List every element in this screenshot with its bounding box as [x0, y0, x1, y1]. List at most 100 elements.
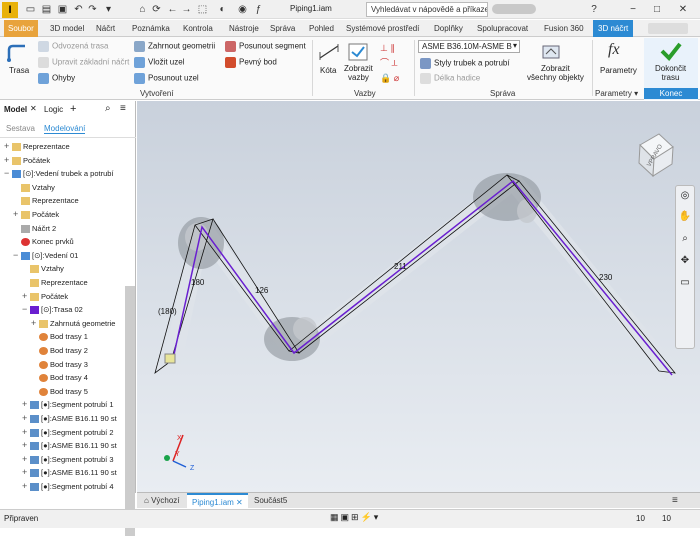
zoom-icon[interactable]: ⌕	[676, 228, 694, 250]
tree-item[interactable]: Náčrt 2	[0, 222, 56, 235]
tree-item[interactable]: Bod trasy 3	[0, 358, 88, 371]
pan-hand-icon[interactable]: ✋	[676, 206, 694, 228]
material-icon[interactable]: ◐	[216, 3, 229, 16]
dimension-label-211[interactable]: 211	[394, 262, 407, 271]
help-icon[interactable]: ?	[585, 2, 603, 17]
maximize-icon[interactable]: □	[648, 2, 666, 17]
appearance-icon[interactable]: ◉	[236, 3, 249, 16]
tree-item[interactable]: − [⊙]:Vedení trubek a potrubí	[0, 167, 114, 180]
redo-icon[interactable]: ↷	[86, 3, 99, 16]
minimize-icon[interactable]: −	[624, 2, 642, 17]
pevny-bod-button[interactable]: Pevný bod	[225, 57, 277, 68]
tree-item[interactable]: Bod trasy 1	[0, 330, 88, 343]
tab-soucast5[interactable]: Součást5	[249, 493, 292, 508]
route-start-point[interactable]	[164, 353, 176, 364]
search-icon[interactable]: ⌕	[105, 103, 111, 114]
browser-view-sestava[interactable]: Sestava	[6, 124, 35, 133]
tree-item[interactable]: + Počátek	[0, 290, 68, 303]
odvozena-trasa-button[interactable]: Odvozená trasa	[38, 41, 108, 52]
show-all-objects-icon[interactable]	[540, 42, 562, 62]
zobrazit-vazby-button[interactable]: Zobrazit vazby	[344, 64, 373, 82]
styly-trubek-button[interactable]: Styly trubek a potrubí	[420, 58, 510, 69]
grid-icon[interactable]: ▦	[330, 512, 341, 522]
help-search-input[interactable]: Vyhledávat v nápovědě a příkaze	[366, 2, 488, 17]
forward-icon[interactable]: →	[180, 3, 193, 16]
tab-sprava[interactable]: Správa	[270, 20, 295, 37]
browser-view-modelovani[interactable]: Modelování	[44, 124, 86, 134]
tab-kontrola[interactable]: Kontrola	[183, 20, 213, 37]
kota-button[interactable]: Kóta	[320, 66, 336, 75]
tree-item[interactable]: + [●]:Segment potrubí 1	[0, 398, 114, 411]
tab-soubor[interactable]: Soubor	[4, 20, 38, 37]
ohyby-button[interactable]: Ohyby	[38, 73, 75, 84]
tree-item[interactable]: Bod trasy 4	[0, 371, 88, 384]
tree-item[interactable]: Bod trasy 5	[0, 385, 88, 398]
tab-piping1[interactable]: Piping1.iam ✕	[187, 493, 248, 508]
tree-item[interactable]: + Zahrnutá geometrie	[0, 317, 115, 330]
tab-nacrt[interactable]: Náčrt	[96, 20, 115, 37]
expand-toggle-icon[interactable]: +	[13, 208, 21, 221]
tree-item[interactable]: + Počátek	[0, 208, 59, 221]
tree-item[interactable]: Vztahy	[0, 181, 55, 194]
status-toolbar[interactable]: ▦▣⊞⚡▾	[330, 512, 420, 526]
expand-toggle-icon[interactable]: +	[22, 398, 30, 411]
browser-tab-logic[interactable]: Logic	[44, 105, 63, 114]
zobrazit-vsechny-objekty-button[interactable]: Zobrazit všechny objekty	[527, 64, 584, 82]
close-icon[interactable]: ✕	[236, 498, 243, 507]
update-icon[interactable]: ⟳	[150, 3, 163, 16]
delka-hadice-button[interactable]: Délka hadice	[420, 73, 480, 84]
tree-item[interactable]: − [⊙]:Vedení 01	[0, 249, 78, 262]
infer-icon[interactable]: ⚡	[361, 512, 374, 522]
tab-fusion-360[interactable]: Fusion 360	[544, 20, 584, 37]
tab-vychozi[interactable]: ⌂ Výchozí	[139, 493, 185, 508]
finish-checkmark-icon[interactable]	[660, 41, 682, 62]
tab-overflow-icon[interactable]: ≡	[667, 493, 683, 508]
dokoncit-trasu-button[interactable]: Dokončit trasu	[655, 64, 686, 82]
pipe-style-select[interactable]: ASME B36.10M-ASME B ▾	[418, 40, 520, 53]
view-cube[interactable]: VPRAVO	[638, 133, 674, 178]
constraint-icons[interactable]: ⊥ ∥ ⌒ ⟂ 🔒 ⌀	[380, 41, 410, 87]
tree-item[interactable]: + [●]:ASME B16.11 90 st	[0, 412, 117, 425]
parameters-fx-icon[interactable]: fx	[608, 41, 620, 59]
route-icon[interactable]	[6, 42, 28, 64]
tab-3d-nacrt[interactable]: 3D náčrt	[593, 20, 634, 37]
chevron-down-icon[interactable]: ▾	[374, 512, 381, 522]
snap-icon[interactable]: ▣	[341, 512, 352, 522]
back-icon[interactable]: ←	[166, 3, 179, 16]
inventor-logo-icon[interactable]: I	[2, 2, 18, 18]
tree-item[interactable]: − [⊙]:Trasa 02	[0, 303, 83, 316]
parameters-icon[interactable]: ƒ	[252, 3, 265, 16]
tree-item[interactable]: + Reprezentace	[0, 140, 70, 153]
expand-toggle-icon[interactable]: +	[4, 154, 12, 167]
undo-icon[interactable]: ↶	[72, 3, 85, 16]
browser-tab-model[interactable]: Model	[4, 105, 27, 114]
add-tab-icon[interactable]: +	[70, 103, 76, 115]
show-constraints-icon[interactable]	[346, 42, 370, 62]
vlozit-uzel-button[interactable]: Vložit uzel	[134, 57, 184, 68]
constraint-icon[interactable]: ⊞	[351, 512, 361, 522]
dimension-label-180-ref[interactable]: (180)	[158, 307, 177, 316]
dimension-label-230[interactable]: 230	[599, 273, 613, 282]
tab-nastroje[interactable]: Nástroje	[229, 20, 259, 37]
tree-item[interactable]: + Počátek	[0, 154, 50, 167]
look-at-icon[interactable]: ▭	[676, 272, 694, 294]
pipe-route-drawing[interactable]: VPRAVO X Y Z 180 (180) 126 211 230	[137, 101, 700, 492]
expand-toggle-icon[interactable]: −	[22, 303, 30, 316]
save-icon[interactable]: ▣	[56, 3, 69, 16]
tree-item[interactable]: Vztahy	[0, 262, 64, 275]
browser-scrollbar[interactable]	[125, 286, 135, 536]
zahrnout-geometrii-button[interactable]: Zahrnout geometrii	[134, 41, 215, 52]
ribbon-options[interactable]	[648, 23, 688, 34]
dimension-icon[interactable]	[318, 42, 340, 62]
fix-icon[interactable]: 🔒 ⌀	[380, 71, 410, 86]
tree-item[interactable]: + [●]:Segment potrubí 2	[0, 426, 114, 439]
tree-item[interactable]: Konec prvků	[0, 235, 74, 248]
more-icon[interactable]: ▾	[102, 3, 115, 16]
expand-toggle-icon[interactable]: +	[22, 466, 30, 479]
tree-item[interactable]: + [●]:Segment potrubí 4	[0, 480, 114, 492]
posunout-segment-button[interactable]: Posunout segment	[225, 41, 306, 52]
dimension-label-126[interactable]: 126	[255, 286, 269, 295]
expand-toggle-icon[interactable]: +	[22, 290, 30, 303]
upravit-zakladni-nacrt-button[interactable]: Upravit základní náčrt	[38, 57, 129, 68]
close-icon[interactable]: ✕	[674, 2, 692, 17]
